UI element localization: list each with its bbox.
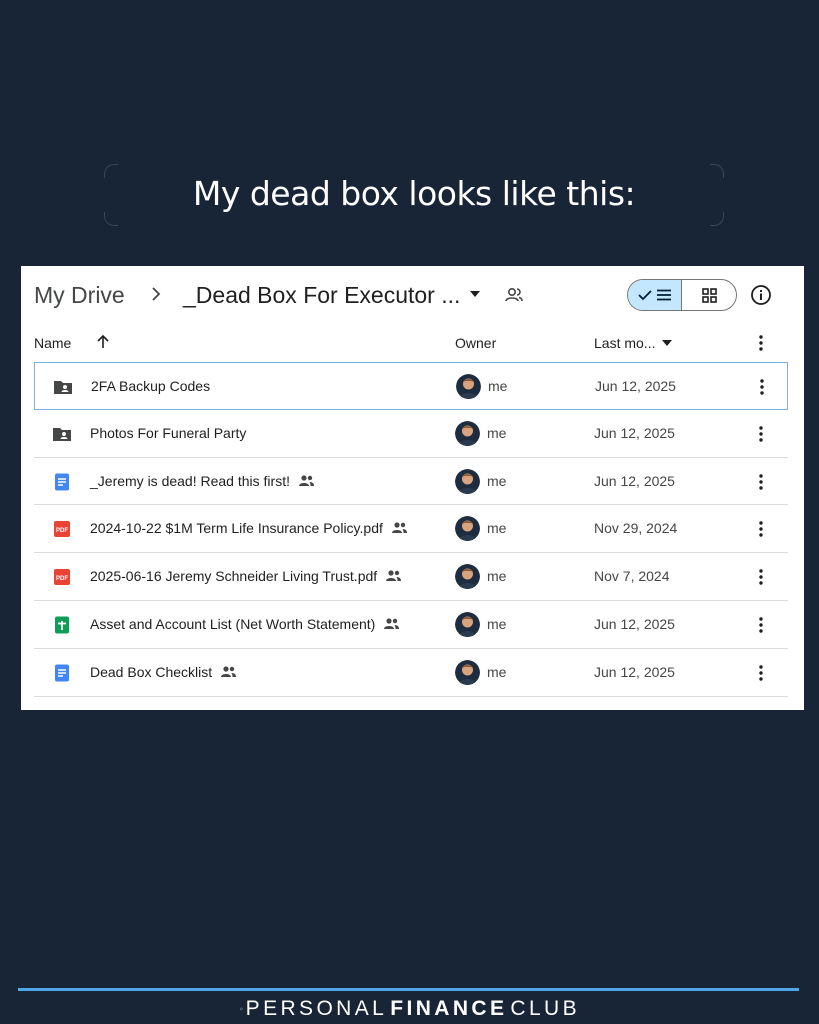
google-docs-icon — [52, 663, 72, 683]
svg-text:PDF: PDF — [56, 576, 68, 582]
more-vert-icon[interactable] — [754, 519, 768, 539]
file-name[interactable]: Asset and Account List (Net Worth Statem… — [90, 616, 400, 632]
breadcrumb-my-drive[interactable]: My Drive — [34, 282, 125, 309]
column-header-last-modified[interactable]: Last mo... — [594, 335, 655, 351]
file-row[interactable]: PDF 2025-06-16 Jeremy Schneider Living T… — [34, 553, 788, 601]
svg-text:PDF: PDF — [56, 528, 68, 534]
avatar — [455, 659, 480, 685]
shared-people-icon — [298, 474, 314, 486]
file-owner: me — [487, 424, 507, 441]
shared-people-icon — [384, 618, 400, 629]
file-name[interactable]: 2025-06-16 Jeremy Schneider Living Trust… — [90, 568, 402, 584]
pdf-icon: PDF — [52, 519, 72, 539]
pdf-icon: PDF — [52, 567, 72, 587]
google-sheets-icon — [52, 615, 72, 635]
file-owner: me — [487, 472, 507, 489]
file-owner: me — [487, 568, 507, 585]
caret-down-icon[interactable] — [662, 339, 672, 347]
shared-folder-icon — [52, 424, 72, 444]
breadcrumb: My Drive _Dead Box For Executor ... — [21, 266, 804, 326]
column-header-name[interactable]: Name — [34, 335, 71, 351]
file-name-text: 2025-06-16 Jeremy Schneider Living Trust… — [90, 568, 378, 585]
file-row[interactable]: _Jeremy is dead! Read this first! me Jun 1… — [34, 458, 788, 506]
shared-people-icon — [221, 666, 237, 677]
headline: My dead box looks like this: — [192, 174, 636, 213]
avatar — [455, 611, 480, 637]
file-name[interactable]: _Jeremy is dead! Read this first! — [90, 473, 315, 489]
file-last-modified: Jun 12, 2025 — [594, 615, 675, 632]
list-view-button[interactable] — [628, 280, 683, 310]
file-name-text: Photos For Funeral Party — [90, 424, 247, 441]
check-icon — [637, 290, 652, 301]
brand-personal: PERSONAL — [245, 997, 388, 1020]
list-icon — [656, 289, 671, 301]
file-last-modified: Jun 12, 2025 — [595, 378, 676, 394]
file-row[interactable]: Dead Box Checklist me Jun 12, 2025 — [34, 649, 788, 697]
file-owner: me — [487, 520, 507, 537]
frame-corner — [710, 212, 724, 226]
file-owner: me — [487, 663, 507, 680]
finance-chart-logo-icon — [240, 1007, 243, 1011]
frame-corner — [104, 212, 118, 226]
drive-window: My Drive _Dead Box For Executor ... Name… — [21, 266, 804, 710]
file-last-modified: Nov 7, 2024 — [594, 568, 670, 585]
info-icon[interactable] — [750, 284, 772, 306]
brand-club: CLUB — [510, 997, 580, 1020]
file-name-text: _Jeremy is dead! Read this first! — [90, 472, 290, 489]
file-name-text: Dead Box Checklist — [90, 663, 213, 680]
more-vert-icon[interactable] — [755, 377, 769, 397]
more-vert-icon[interactable] — [754, 663, 768, 683]
file-name-text: 2024-10-22 $1M Term Life Insurance Polic… — [90, 520, 383, 537]
avatar — [456, 374, 481, 399]
file-row[interactable]: 2FA Backup Codes me Jun 12, 2025 — [34, 362, 788, 410]
file-row[interactable]: PDF 2024-10-22 $1M Term Life Insurance P… — [34, 505, 788, 554]
file-row[interactable]: Photos For Funeral Party me Jun 12, 2025 — [34, 410, 788, 458]
file-name-text: 2FA Backup Codes — [91, 378, 211, 394]
file-name[interactable]: Dead Box Checklist — [90, 664, 237, 680]
file-name[interactable]: Photos For Funeral Party — [90, 425, 246, 441]
more-vert-icon[interactable] — [754, 615, 768, 635]
avatar — [455, 468, 480, 494]
more-vert-icon[interactable] — [754, 567, 768, 587]
file-name[interactable]: 2FA Backup Codes — [91, 378, 210, 394]
more-vert-icon[interactable] — [754, 472, 768, 492]
column-header-row: Name Owner Last mo... — [21, 326, 804, 362]
shared-people-icon[interactable] — [503, 284, 525, 306]
avatar — [455, 420, 480, 446]
file-name[interactable]: 2024-10-22 $1M Term Life Insurance Polic… — [90, 520, 408, 536]
google-docs-icon — [52, 472, 72, 492]
file-name-text: Asset and Account List (Net Worth Statem… — [90, 615, 376, 632]
arrow-up-icon[interactable] — [95, 334, 111, 350]
breadcrumb-current-folder[interactable]: _Dead Box For Executor ... — [183, 282, 460, 309]
file-last-modified: Jun 12, 2025 — [594, 472, 675, 489]
file-owner: me — [488, 378, 508, 394]
grid-icon — [701, 287, 717, 303]
more-vert-icon[interactable] — [754, 424, 768, 444]
file-row[interactable]: Asset and Account List (Net Worth Statem… — [34, 601, 788, 649]
grid-view-button[interactable] — [682, 280, 736, 310]
caret-down-icon[interactable] — [469, 288, 481, 300]
shared-people-icon — [386, 570, 402, 582]
brand-finance: FINANCE — [390, 997, 508, 1020]
chevron-right-icon — [152, 287, 161, 301]
avatar — [455, 516, 480, 542]
view-toggle — [627, 279, 737, 311]
footer-divider — [18, 988, 799, 991]
file-list: 2FA Backup Codes me Jun 12, 2025 Photos Fo… — [34, 362, 788, 697]
headline-frame: My dead box looks like this: — [104, 164, 724, 226]
shared-folder-icon — [53, 377, 73, 397]
file-last-modified: Nov 29, 2024 — [594, 520, 678, 537]
file-owner: me — [487, 615, 507, 632]
more-vert-icon[interactable] — [754, 333, 768, 353]
file-last-modified: Jun 12, 2025 — [594, 424, 675, 441]
column-header-owner[interactable]: Owner — [455, 335, 496, 351]
shared-people-icon — [391, 522, 407, 534]
brand-logo: PERSONAL FINANCE CLUB — [240, 996, 580, 1022]
avatar — [455, 564, 480, 590]
file-last-modified: Jun 12, 2025 — [594, 663, 675, 680]
